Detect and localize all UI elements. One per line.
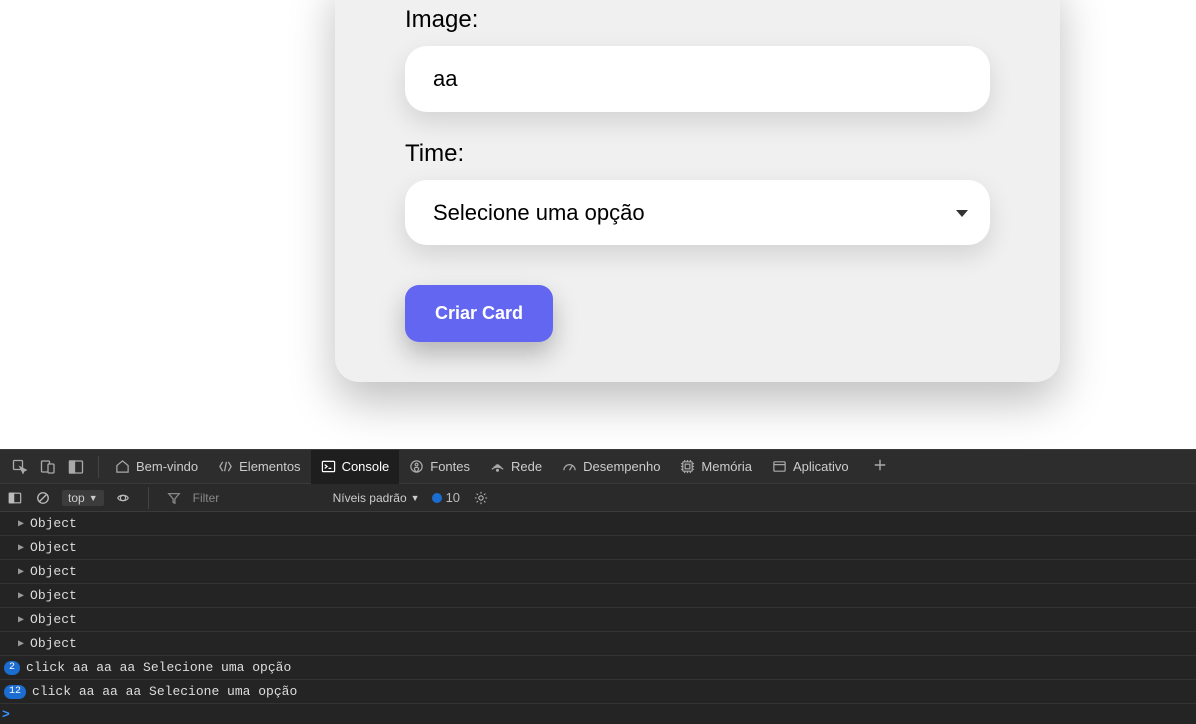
log-count-badge: 2 xyxy=(4,661,20,675)
expand-arrow-icon[interactable]: ▶ xyxy=(18,518,24,530)
console-row-log[interactable]: 2 click aa aa aa Selecione uma opção xyxy=(0,656,1196,680)
tab-sources-label: Fontes xyxy=(430,459,470,474)
expand-arrow-icon[interactable]: ▶ xyxy=(18,542,24,554)
tab-application[interactable]: Aplicativo xyxy=(762,450,859,484)
object-label: Object xyxy=(30,636,77,651)
object-label: Object xyxy=(30,612,77,627)
image-input[interactable] xyxy=(405,46,990,112)
tab-network-label: Rede xyxy=(511,459,542,474)
tab-elements[interactable]: Elementos xyxy=(208,450,310,484)
console-output: ▶ Object ▶ Object ▶ Object ▶ Object ▶ Object ▶ Obje… xyxy=(0,512,1196,724)
separator xyxy=(98,456,99,478)
log-count-badge: 12 xyxy=(4,685,26,699)
tab-memory-label: Memória xyxy=(701,459,752,474)
dock-side-icon[interactable] xyxy=(68,459,84,475)
console-row-object[interactable]: ▶ Object xyxy=(0,512,1196,536)
tab-welcome-label: Bem-vindo xyxy=(136,459,198,474)
tab-memory[interactable]: Memória xyxy=(670,450,762,484)
console-prompt[interactable]: > xyxy=(0,704,1196,724)
card-form: Image: Time: Selecione uma opção Criar C… xyxy=(335,0,1060,382)
object-label: Object xyxy=(30,588,77,603)
expand-arrow-icon[interactable]: ▶ xyxy=(18,590,24,602)
tab-network[interactable]: Rede xyxy=(480,450,552,484)
console-row-object[interactable]: ▶ Object xyxy=(0,536,1196,560)
page-area: Image: Time: Selecione uma opção Criar C… xyxy=(0,0,1196,449)
log-text: click aa aa aa Selecione uma opção xyxy=(26,660,291,675)
context-label: top xyxy=(68,491,85,505)
object-label: Object xyxy=(30,564,77,579)
issues-indicator[interactable]: 10 xyxy=(430,490,462,505)
tab-welcome[interactable]: Bem-vindo xyxy=(105,450,208,484)
devtools-tabs: Bem-vindo Elementos Console Fontes Rede … xyxy=(0,450,1196,484)
console-settings-icon[interactable] xyxy=(472,491,490,505)
object-label: Object xyxy=(30,540,77,555)
device-toggle-icon[interactable] xyxy=(40,459,56,475)
console-row-object[interactable]: ▶ Object xyxy=(0,560,1196,584)
tab-elements-label: Elementos xyxy=(239,459,300,474)
chevron-down-icon: ▼ xyxy=(411,493,420,503)
tab-performance[interactable]: Desempenho xyxy=(552,450,670,484)
console-row-object[interactable]: ▶ Object xyxy=(0,584,1196,608)
create-card-button[interactable]: Criar Card xyxy=(405,285,553,342)
image-label: Image: xyxy=(405,6,990,34)
devtools-panel: Bem-vindo Elementos Console Fontes Rede … xyxy=(0,449,1196,724)
tab-console[interactable]: Console xyxy=(311,450,400,484)
inspect-icon[interactable] xyxy=(12,459,28,475)
levels-label: Níveis padrão xyxy=(333,491,407,505)
console-filter-input[interactable] xyxy=(193,491,273,505)
live-expression-icon[interactable] xyxy=(114,491,132,505)
log-levels-selector[interactable]: Níveis padrão ▼ xyxy=(333,491,420,505)
add-tab-button[interactable] xyxy=(865,458,895,475)
tab-console-label: Console xyxy=(342,459,390,474)
separator xyxy=(148,487,149,509)
tab-application-label: Aplicativo xyxy=(793,459,849,474)
time-label: Time: xyxy=(405,140,990,168)
expand-arrow-icon[interactable]: ▶ xyxy=(18,638,24,650)
time-select[interactable]: Selecione uma opção xyxy=(405,180,990,245)
console-row-object[interactable]: ▶ Object xyxy=(0,632,1196,656)
toggle-sidebar-icon[interactable] xyxy=(6,491,24,505)
issues-count: 10 xyxy=(446,490,460,505)
log-text: click aa aa aa Selecione uma opção xyxy=(32,684,297,699)
console-row-log[interactable]: 12 click aa aa aa Selecione uma opção xyxy=(0,680,1196,704)
object-label: Object xyxy=(30,516,77,531)
tab-performance-label: Desempenho xyxy=(583,459,660,474)
clear-console-icon[interactable] xyxy=(34,491,52,505)
filter-icon xyxy=(165,491,183,505)
context-selector[interactable]: top ▼ xyxy=(62,490,104,506)
tab-sources[interactable]: Fontes xyxy=(399,450,480,484)
console-row-object[interactable]: ▶ Object xyxy=(0,608,1196,632)
console-toolbar: top ▼ Níveis padrão ▼ 10 xyxy=(0,484,1196,512)
expand-arrow-icon[interactable]: ▶ xyxy=(18,614,24,626)
chevron-down-icon: ▼ xyxy=(89,493,98,503)
expand-arrow-icon[interactable]: ▶ xyxy=(18,566,24,578)
